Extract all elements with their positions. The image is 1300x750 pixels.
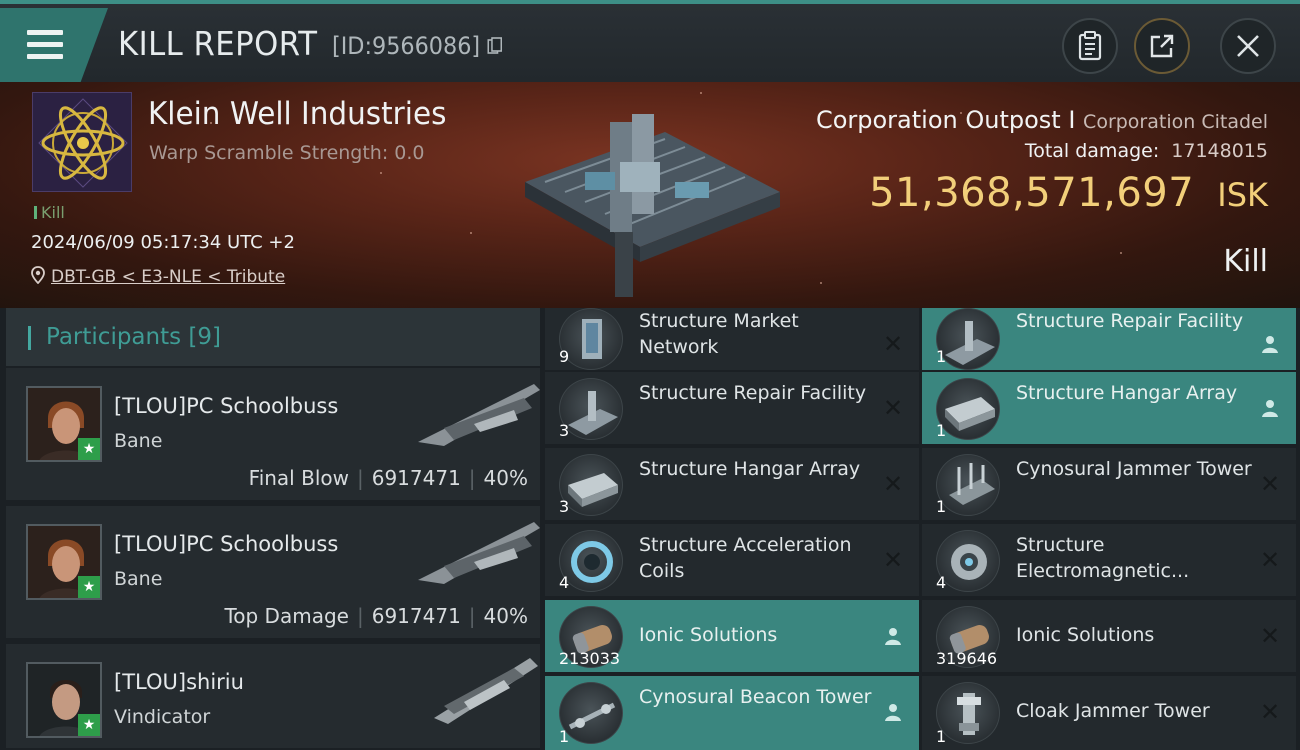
item-row[interactable]: 1 Cynosural Beacon Tower [545,676,919,750]
isk-value: 51,368,571,697 ISK [869,170,1268,216]
kill-result: Kill [1223,244,1268,279]
location-pin-icon [31,266,45,285]
person-icon[interactable] [1258,332,1282,356]
participant-name: [TLOU]PC Schoolbuss [114,532,339,556]
item-quantity: 213033 [559,649,621,668]
report-id[interactable]: [ID:9566086] [332,32,502,60]
item-quantity: 3 [559,421,570,440]
item-name: Cloak Jammer Tower [1016,700,1210,722]
ship-image [418,384,540,446]
item-name: Structure Hangar Array [1016,382,1238,404]
destroyed-x-icon: ✕ [1259,698,1281,726]
kill-datetime: 2024/06/09 05:17:34 UTC +2 [31,232,295,253]
destroyed-x-icon: ✕ [882,546,904,574]
page-title: KILL REPORT [118,24,318,63]
item-row[interactable]: 213033 Ionic Solutions [545,600,919,672]
item-name: Ionic Solutions [639,624,778,646]
item-name: Structure Hangar Array [639,458,861,480]
kill-location[interactable]: DBT-GB < E3-NLE < Tribute [31,266,285,287]
ship-image [434,658,538,724]
item-name: Structure Market Network [639,310,799,358]
item-quantity: 1 [936,727,947,746]
item-quantity: 1 [936,421,947,440]
participants-header: Participants [9] [6,308,540,366]
item-name: Structure Repair Facility [1016,310,1244,332]
participant-stats: Final Blow | 6917471 | 40% [248,466,528,490]
destroyed-x-icon: ✕ [1259,470,1281,498]
item-quantity: 319646 [936,649,998,668]
clipboard-button[interactable] [1062,18,1118,74]
share-icon [1150,34,1174,58]
destroyed-x-icon: ✕ [882,470,904,498]
share-button[interactable] [1134,18,1190,74]
participant-card[interactable]: ★ [TLOU]PC Schoolbuss Bane Top Damage | 69… [6,506,540,640]
avatar[interactable]: ★ [26,524,102,600]
item-quantity: 3 [559,497,570,516]
participant-ship: Vindicator [114,706,211,728]
item-row[interactable]: 1 Structure Repair Facility [922,308,1296,370]
kill-tag: Kill [34,203,65,222]
destroyed-x-icon: ✕ [882,330,904,358]
participant-stats: Top Damage | 6917471 | 40% [224,604,528,628]
star-icon: ★ [78,714,100,736]
participant-name: [TLOU]PC Schoolbuss [114,394,339,418]
destroyed-x-icon: ✕ [882,394,904,422]
item-row[interactable]: 319646 Ionic Solutions ✕ [922,600,1296,672]
item-quantity: 1 [559,727,570,746]
item-quantity: 9 [559,347,570,366]
item-row[interactable]: 4 Structure Electromagnetic... ✕ [922,524,1296,596]
participant-name: [TLOU]shiriu [114,670,244,694]
item-name: Cynosural Jammer Tower [1016,458,1252,480]
structure-image [525,114,780,297]
participant-card[interactable]: ★ [TLOU]PC Schoolbuss Bane Final Blow | 69… [6,368,540,502]
victim-summary: Klein Well Industries Warp Scramble Stre… [0,82,1300,308]
item-quantity: 4 [559,573,570,592]
item-name: Ionic Solutions [1016,624,1155,646]
menu-button[interactable] [0,8,108,84]
menu-icon [27,30,63,35]
warp-scramble-strength: Warp Scramble Strength: 0.0 [149,142,425,164]
top-bar: KILL REPORT [ID:9566086] [0,0,1300,84]
copy-icon[interactable] [487,37,502,55]
close-icon [1237,35,1259,57]
person-icon[interactable] [1258,396,1282,420]
avatar[interactable]: ★ [26,386,102,462]
clipboard-icon [1078,31,1102,61]
participant-card[interactable]: ★ [TLOU]shiriu Vindicator [6,644,540,750]
item-row[interactable]: 4 Structure Acceleration Coils ✕ [545,524,919,596]
item-row[interactable]: 9 Structure Market Network ✕ [545,308,919,370]
item-name: Structure Repair Facility [639,382,867,404]
victim-structure-type: Corporation Citadel [1083,111,1268,133]
item-quantity: 1 [936,347,947,366]
item-row[interactable]: 3 Structure Repair Facility ✕ [545,372,919,444]
star-icon: ★ [78,438,100,460]
star-icon: ★ [78,576,100,598]
item-name: Structure Electromagnetic... [1016,534,1190,582]
corp-logo[interactable] [32,92,132,192]
item-row[interactable]: 1 Cloak Jammer Tower ✕ [922,676,1296,750]
participant-ship: Bane [114,568,163,590]
victim-structure: Corporation Outpost I Corporation Citade… [815,106,1268,134]
person-icon[interactable] [881,624,905,648]
person-icon[interactable] [881,700,905,724]
avatar[interactable]: ★ [26,662,102,738]
total-damage: Total damage: 17148015 [1024,140,1268,162]
destroyed-x-icon: ✕ [1259,622,1281,650]
item-row[interactable]: 3 Structure Hangar Array ✕ [545,448,919,520]
item-name: Cynosural Beacon Tower [639,686,872,708]
item-row[interactable]: 1 Structure Hangar Array [922,372,1296,444]
item-quantity: 1 [936,497,947,516]
ship-image [418,522,540,584]
item-quantity: 4 [936,573,947,592]
corp-name[interactable]: Klein Well Industries [148,96,446,132]
item-name: Structure Acceleration Coils [639,534,852,582]
item-row[interactable]: 1 Cynosural Jammer Tower ✕ [922,448,1296,520]
destroyed-x-icon: ✕ [1259,546,1281,574]
participant-ship: Bane [114,430,163,452]
close-button[interactable] [1220,18,1276,74]
